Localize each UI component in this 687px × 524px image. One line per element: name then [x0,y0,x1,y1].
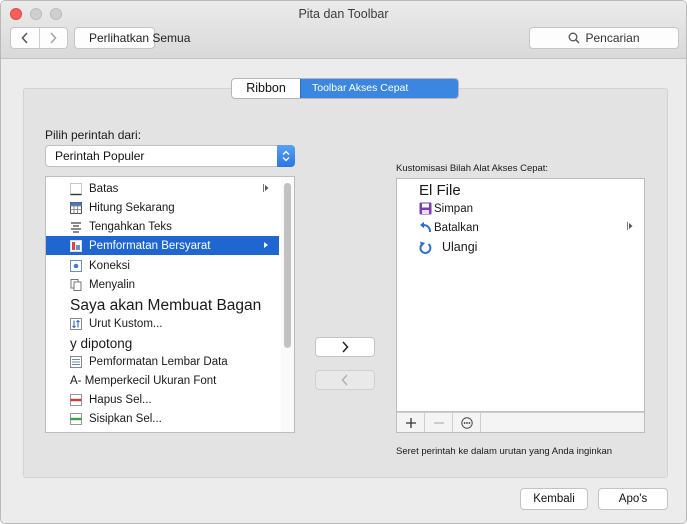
list-item[interactable]: Batalkan [419,221,479,234]
plus-icon [405,417,416,428]
undo-icon [420,221,431,233]
remove-from-toolbar-button[interactable] [315,370,375,390]
copy-icon [70,278,82,291]
tab-ribbon[interactable]: Ribbon [232,79,300,98]
customize-toolbar-label: Kustomisasi Bilah Alat Akses Cepat: [396,163,549,174]
list-item[interactable]: Sisipkan Sel... [46,409,279,428]
list-item[interactable]: El File [419,182,461,199]
connections-icon [70,259,82,272]
insert-cells-icon [70,412,82,425]
back-button[interactable] [11,28,39,48]
tab-quick-access-toolbar[interactable]: Toolbar Akses Cepat [300,79,458,98]
command-category-select[interactable]: Perintah Populer [45,145,295,167]
list-item[interactable]: Simpan [419,202,473,215]
search-field[interactable]: Pencarian [529,27,679,49]
delete-cells-icon [70,393,82,406]
list-item[interactable]: Ulangi [419,240,477,254]
list-item[interactable]: Urut Kustom... [46,314,279,333]
save-icon [419,202,432,215]
list-item[interactable]: Hapus Sel... [46,390,279,409]
chevron-left-icon [21,32,28,44]
minus-icon [433,421,444,424]
conditional-formatting-icon [70,239,82,252]
list-item[interactable]: Menyalin [46,275,279,294]
redo-icon [419,241,432,254]
list-item-selected[interactable]: Pemformatan Bersyarat [46,236,279,255]
submenu-arrow-icon [627,222,633,230]
list-scrollbar[interactable] [281,177,294,432]
list-item[interactable]: Tengahkan Teks [46,217,279,236]
select-stepper-icon [277,145,295,167]
add-command-button[interactable] [397,413,425,432]
remove-command-button[interactable] [425,413,453,432]
tab-switcher: Ribbon Toolbar Akses Cepat [231,78,459,99]
quick-access-toolbar-list[interactable]: El File Simpan Batalkan Ulangi [396,178,645,412]
navigation-buttons [10,27,68,49]
toolbar-list-actions [396,412,645,433]
chevron-right-icon [342,341,349,353]
ellipsis-icon [460,416,473,429]
choose-commands-label: Pilih perintah dari: [45,128,142,142]
chevron-right-icon [50,32,58,44]
list-item[interactable]: A- Memperkecil Ukuran Font [46,371,279,390]
commands-list[interactable]: Batas Hitung Sekarang Tengahkan Teks Pem… [45,176,295,433]
apps-button[interactable]: Apo's [598,488,668,510]
window-title: Pita dan Toolbar [298,7,389,21]
magnifier-icon [569,32,580,44]
chevron-left-icon [341,374,348,386]
list-item[interactable]: Koneksi [46,256,279,275]
borders-icon [70,182,82,195]
more-options-button[interactable] [453,413,481,432]
format-as-table-icon [70,355,82,368]
submenu-arrow-icon [264,242,268,248]
submenu-arrow-icon [263,184,269,192]
custom-sort-icon [70,317,82,330]
show-all-button[interactable]: Perlihatkan Semua [74,27,190,49]
reset-button[interactable]: Kembali [520,488,588,510]
center-text-icon [71,221,81,233]
select-value: Perintah Populer [55,149,145,163]
add-to-toolbar-button[interactable] [315,337,375,357]
scrollbar-thumb[interactable] [284,183,291,348]
search-placeholder: Pencarian [585,31,640,45]
list-item[interactable]: y dipotong [46,333,279,353]
list-item[interactable]: Hitung Sekarang [46,198,279,217]
drag-hint-text: Seret perintah ke dalam urutan yang Anda… [396,446,613,457]
list-item[interactable]: Pemformatan Lembar Data [46,352,279,371]
forward-button[interactable] [38,28,67,48]
calculate-now-icon [70,201,82,214]
list-item[interactable]: Batas [46,179,279,198]
preferences-window: Pita dan Toolbar Perlihatkan Semua Penca… [0,0,687,524]
title-bar: Pita dan Toolbar Perlihatkan Semua Penca… [1,1,686,59]
